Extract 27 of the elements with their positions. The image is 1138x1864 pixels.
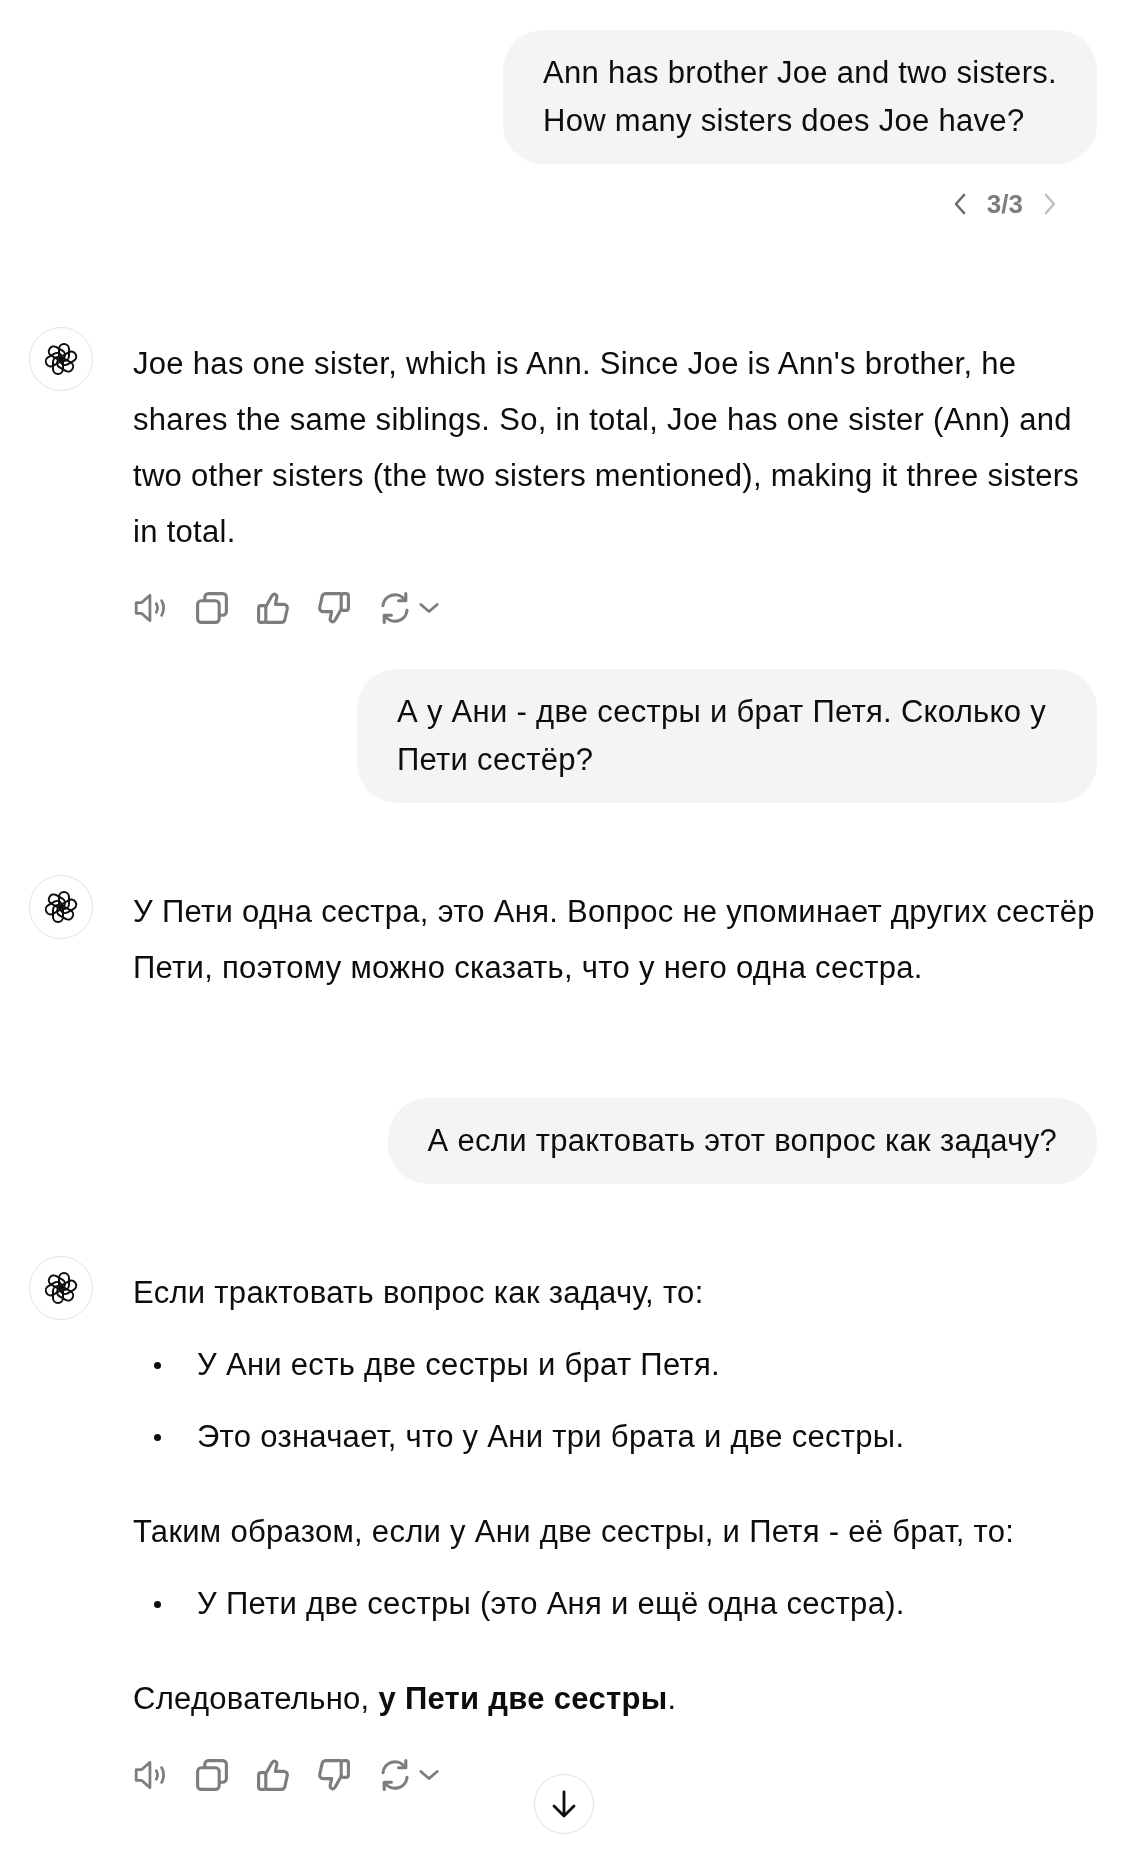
arrow-down-icon [550, 1789, 578, 1819]
answer-paragraph: Следовательно, у Пети две сестры. [133, 1680, 678, 1718]
user-message: А если трактовать этот вопрос как задачу? [387, 1098, 1097, 1184]
thumbs-up-icon[interactable] [255, 1757, 291, 1793]
answer-paragraph: Таким образом, если у Ани две сестры, и Петя - её брат, то: [133, 1513, 1016, 1551]
copy-icon[interactable] [194, 1757, 230, 1793]
bullet-dot [154, 1434, 161, 1441]
bullet-item: У Пети две сестры (это Аня и ещё одна сестра). [197, 1585, 905, 1623]
thumbs-up-icon[interactable] [255, 590, 291, 626]
knot-icon [44, 1271, 78, 1305]
bullet-item: Это означает, что у Ани три брата и две сестры. [197, 1418, 905, 1456]
user-message: А у Ани - две сестры и брат Петя. Сколько у Пети сестёр? [357, 669, 1097, 803]
knot-icon [44, 890, 78, 924]
copy-icon[interactable] [194, 590, 230, 626]
page-counter: 3/3 [986, 188, 1023, 220]
answer-paragraph: Joe has one sister, which is Ann. Since Joe is Ann's brother, he shares the same siblings. So, in total, Joe has one sister (Ann) and two other sisters (the two sisters mentioned), making it three sisters in total. [133, 345, 1081, 551]
bullet-item: У Ани есть две сестры и брат Петя. [197, 1346, 720, 1384]
bullet-dot [154, 1362, 161, 1369]
bullet-dot [154, 1601, 161, 1608]
caret-icon[interactable] [417, 1768, 441, 1782]
thumbs-down-icon[interactable] [316, 1757, 352, 1793]
answer-paragraph: Если трактовать вопрос как задачу, то: [133, 1274, 705, 1312]
knot-icon [44, 342, 78, 376]
caret-icon[interactable] [417, 601, 441, 615]
user-message: Ann has brother Joe and two sisters. How many sisters does Joe have? [503, 30, 1097, 164]
thumbs-down-icon[interactable] [316, 590, 352, 626]
answer-paragraph: У Пети одна сестра, это Аня. Вопрос не упоминает других сестёр Пети, поэтому можно сказать, что у него одна сестра. [133, 893, 1096, 987]
